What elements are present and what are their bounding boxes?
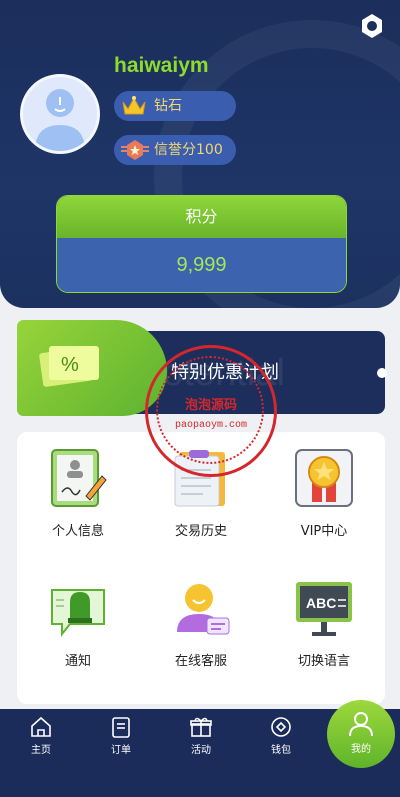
- gift-icon: [190, 717, 212, 737]
- profile-card-icon: [51, 449, 107, 507]
- orders-icon: [112, 717, 130, 738]
- promo-dot: [377, 368, 387, 378]
- promo-accent: %: [17, 320, 167, 416]
- tab-me[interactable]: 我的: [327, 700, 395, 768]
- menu-item-label: VIP中心: [300, 524, 348, 539]
- watermark-en: paopaoym.com: [174, 420, 247, 431]
- level-label: 钻石: [154, 98, 182, 114]
- promo-banner[interactable]: Potential % 特别优惠计划: [17, 320, 387, 416]
- svg-text:%: %: [61, 354, 79, 376]
- level-badge: 钻石: [114, 91, 236, 121]
- wallet-icon: [271, 717, 291, 737]
- user-icon: [349, 712, 373, 737]
- points-label: 积分: [57, 196, 346, 238]
- tab-home[interactable]: 主页: [11, 715, 71, 756]
- credit-medal-icon: [121, 140, 149, 160]
- menu-item-label: 切换语言: [297, 654, 350, 669]
- tab-activity[interactable]: 活动: [171, 715, 231, 756]
- profile-header: haiwaiym 钻石 信誉分100 积分 9,999: [0, 0, 400, 308]
- svg-text:ABC: ABC: [306, 595, 336, 611]
- menu-item-label: 通知: [64, 654, 91, 669]
- menu-item-label: 交易历史: [174, 524, 227, 539]
- points-value: 9,999: [57, 238, 346, 292]
- coupon-icon: %: [39, 346, 99, 387]
- menu-item-label: 在线客服: [174, 654, 227, 669]
- promo-title: 特别优惠计划: [171, 362, 279, 383]
- credit-badge: 信誉分100: [114, 135, 236, 165]
- points-card[interactable]: 积分 9,999: [56, 195, 347, 293]
- notification-bell-icon: [51, 589, 105, 637]
- menu-grid: 个人信息 交易历史 VIP中心 通知 在线客服 ABC 切换语言: [17, 432, 385, 704]
- settings-icon: [362, 14, 382, 38]
- vip-medal-icon: [295, 449, 353, 507]
- tab-wallet[interactable]: 钱包: [251, 715, 311, 756]
- tab-label: 订单: [111, 745, 131, 756]
- home-icon: [31, 716, 51, 737]
- customer-service-icon: [177, 584, 230, 635]
- menu-item-label: 个人信息: [51, 524, 104, 539]
- tab-label: 主页: [31, 745, 51, 756]
- user-avatar-icon: [35, 89, 85, 151]
- tab-label: 钱包: [271, 745, 291, 756]
- credit-label: 信誉分100: [154, 142, 223, 158]
- tab-orders[interactable]: 订单: [91, 715, 151, 756]
- history-list-icon: [174, 450, 225, 507]
- username: haiwaiym: [114, 54, 209, 77]
- tab-label: 我的: [351, 744, 371, 755]
- settings-button[interactable]: [358, 12, 386, 40]
- tab-label: 活动: [191, 745, 211, 756]
- language-abc-icon: ABC: [296, 582, 352, 636]
- avatar[interactable]: [20, 74, 100, 154]
- crown-icon: [122, 96, 146, 115]
